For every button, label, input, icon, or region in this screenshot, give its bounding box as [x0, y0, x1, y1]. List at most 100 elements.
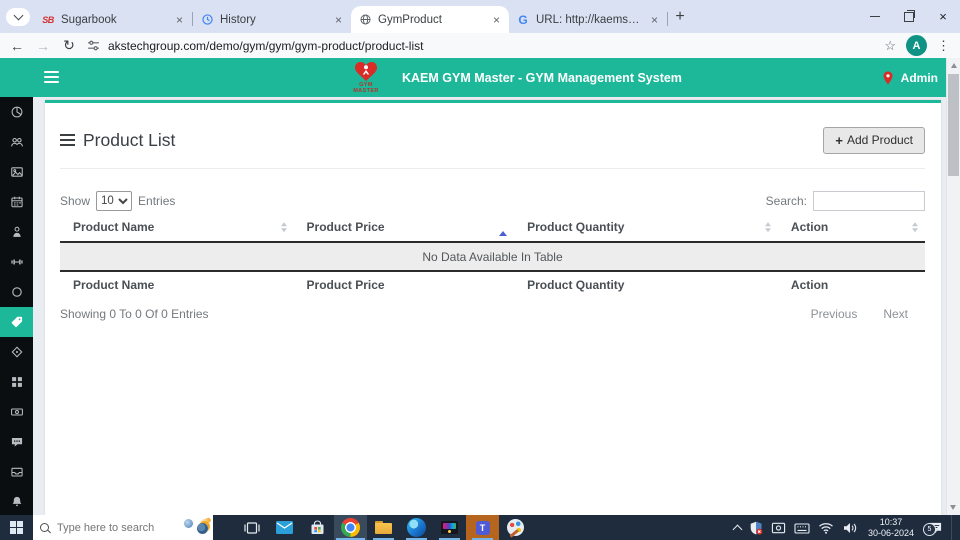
- chevron-down-icon: [13, 10, 23, 21]
- hidden-icons-button[interactable]: [732, 523, 743, 534]
- bookmark-star-icon[interactable]: ☆: [884, 38, 896, 54]
- paint-palette-icon: [507, 519, 524, 536]
- speaker-icon: [843, 522, 857, 533]
- close-button[interactable]: ×: [926, 0, 960, 33]
- next-button[interactable]: Next: [883, 307, 908, 321]
- entries-label: Entries: [138, 194, 176, 208]
- tab-close-icon[interactable]: ×: [491, 14, 502, 26]
- previous-button[interactable]: Previous: [811, 307, 858, 321]
- banknote-icon: [10, 408, 23, 416]
- teams-app-button[interactable]: T: [466, 515, 499, 540]
- show-desktop-button[interactable]: [951, 515, 957, 540]
- action-center-button[interactable]: 5: [923, 521, 943, 536]
- pie-chart-icon: [11, 106, 22, 118]
- store-icon: [311, 520, 324, 534]
- logo-caption: GYM MASTER: [353, 82, 379, 94]
- sidebar-item-inbox[interactable]: [0, 457, 33, 487]
- sidebar-item-schedule[interactable]: [0, 187, 33, 217]
- column-product-name[interactable]: Product Name: [60, 213, 294, 241]
- chrome-app-button[interactable]: [334, 515, 367, 540]
- globe-icon: [358, 13, 372, 27]
- sidebar-toggle-icon[interactable]: [44, 71, 59, 83]
- tab-search-button[interactable]: [6, 8, 30, 26]
- browser-scrollbar[interactable]: [946, 58, 960, 515]
- restore-button[interactable]: [892, 0, 926, 33]
- sidebar-item-products[interactable]: [0, 307, 33, 337]
- display-tray-icon[interactable]: [771, 521, 786, 535]
- volume-tray-icon[interactable]: [842, 521, 858, 535]
- browser-tab-gymproduct[interactable]: GymProduct ×: [351, 6, 509, 33]
- browser-tab-sugarbook[interactable]: SB Sugarbook ×: [34, 6, 192, 33]
- table-search-input[interactable]: [813, 191, 925, 211]
- address-bar[interactable]: akstechgroup.com/demo/gym/gym/gym-produc…: [108, 39, 884, 53]
- reload-button[interactable]: ↻: [56, 37, 82, 54]
- grid-icon: [11, 377, 22, 387]
- add-product-button[interactable]: + Add Product: [823, 126, 925, 154]
- product-list-card: Product List + Add Product Show 10 Entri…: [45, 100, 941, 515]
- sidebar-item-members[interactable]: [0, 127, 33, 157]
- scroll-down-icon[interactable]: [950, 505, 956, 510]
- profile-avatar[interactable]: A: [906, 35, 927, 56]
- title-divider: [60, 168, 925, 169]
- touch-keyboard-tray-icon[interactable]: [794, 521, 810, 535]
- task-view-button[interactable]: [235, 515, 268, 540]
- tab-close-icon[interactable]: ×: [333, 14, 344, 26]
- minimize-button[interactable]: [858, 0, 892, 33]
- footer-product-name: Product Name: [73, 278, 155, 292]
- sidebar-item-payments[interactable]: [0, 397, 33, 427]
- clock-date: 30-06-2024: [867, 527, 914, 538]
- taskbar-search-input[interactable]: [55, 520, 169, 535]
- admin-menu[interactable]: Admin: [883, 58, 938, 97]
- notification-badge: 5: [923, 523, 936, 536]
- column-product-quantity[interactable]: Product Quantity: [514, 213, 778, 241]
- tab-close-icon[interactable]: ×: [649, 14, 660, 26]
- edge-app-button[interactable]: [400, 515, 433, 540]
- bell-icon: [11, 496, 22, 507]
- taskbar-clock[interactable]: 10:37 30-06-2024: [866, 517, 916, 539]
- column-label: Action: [790, 220, 829, 234]
- back-button[interactable]: ←: [4, 38, 30, 54]
- store-app-button[interactable]: [301, 515, 334, 540]
- taskbar-search[interactable]: [33, 515, 213, 540]
- security-tray-icon[interactable]: [749, 521, 763, 535]
- tab-close-icon[interactable]: ×: [174, 14, 185, 26]
- start-button[interactable]: [0, 515, 33, 540]
- sidebar-item-notifications[interactable]: [0, 487, 33, 515]
- card-title-row: Product List + Add Product: [60, 122, 925, 158]
- sidebar-item-messages[interactable]: [0, 427, 33, 457]
- file-explorer-button[interactable]: [367, 515, 400, 540]
- page-size-select[interactable]: 10: [96, 191, 133, 211]
- sidebar-item-reports[interactable]: [0, 367, 33, 397]
- browser-tab-url[interactable]: G URL: http://kaemsoftware.com/ ×: [509, 6, 667, 33]
- show-label: Show: [60, 194, 91, 208]
- app-title: KAEM GYM Master - GYM Management System: [402, 70, 682, 85]
- table-header: Product Name Product Price Product Quant…: [60, 213, 925, 243]
- chat-bubble-icon: [11, 437, 22, 447]
- browser-menu-icon[interactable]: ⋮: [937, 38, 952, 54]
- footer-action: Action: [790, 278, 829, 292]
- scrollbar-thumb[interactable]: [948, 74, 959, 176]
- sidebar-item-offers[interactable]: [0, 337, 33, 367]
- forward-button[interactable]: →: [30, 38, 56, 54]
- wifi-tray-icon[interactable]: [818, 521, 834, 535]
- site-info-icon[interactable]: [82, 39, 104, 52]
- pin-icon: [883, 71, 893, 84]
- sidebar-item-plans[interactable]: [0, 277, 33, 307]
- new-tab-button[interactable]: +: [668, 5, 692, 29]
- sidebar-item-trainers[interactable]: [0, 217, 33, 247]
- person-icon: [12, 226, 21, 237]
- tab-title: History: [220, 13, 256, 26]
- column-product-price[interactable]: Product Price: [294, 213, 515, 241]
- chevron-up-icon: [732, 524, 743, 534]
- sidebar-item-gallery[interactable]: [0, 157, 33, 187]
- media-app-button[interactable]: [433, 515, 466, 540]
- scroll-up-button[interactable]: [947, 58, 960, 72]
- sidebar-item-dashboard[interactable]: [0, 97, 33, 127]
- browser-tab-history[interactable]: History ×: [193, 6, 351, 33]
- mail-app-button[interactable]: [268, 515, 301, 540]
- chrome-icon: [341, 518, 360, 537]
- column-action[interactable]: Action: [778, 213, 925, 241]
- paint-app-button[interactable]: [499, 515, 532, 540]
- table-controls: Show 10 Entries Search:: [60, 189, 925, 213]
- sidebar-item-equipment[interactable]: [0, 247, 33, 277]
